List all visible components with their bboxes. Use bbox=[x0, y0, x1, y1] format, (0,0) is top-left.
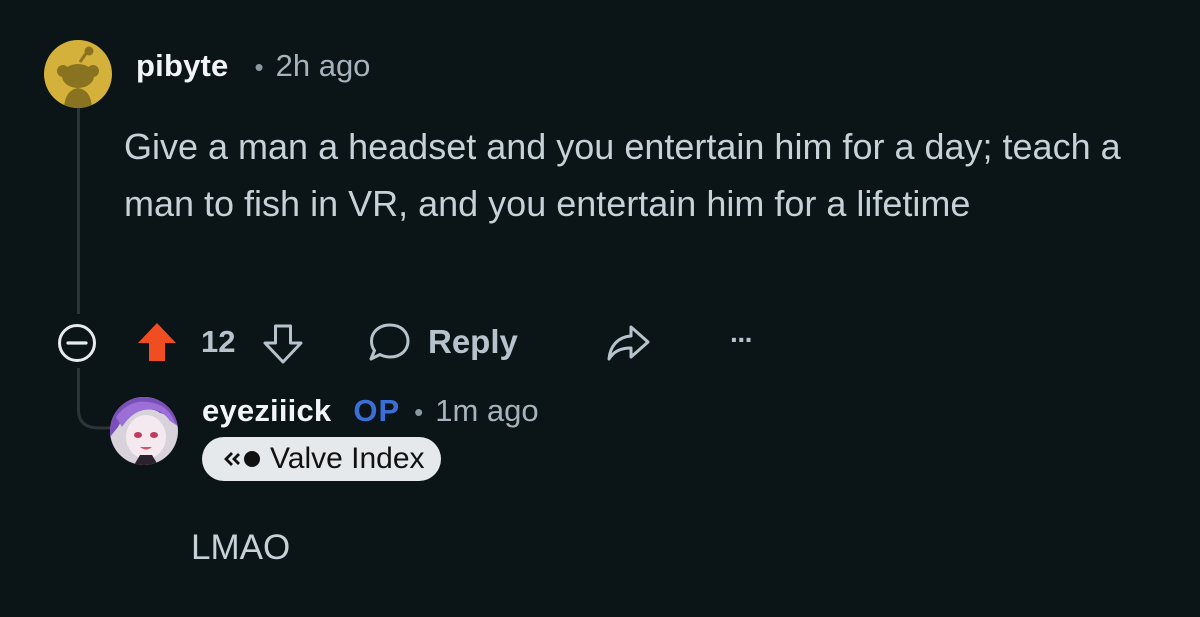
separator-dot: • bbox=[254, 52, 264, 82]
user-flair: Valve Index bbox=[202, 437, 441, 481]
reply-label: Reply bbox=[428, 323, 518, 360]
reply-author[interactable]: eyeziiick bbox=[202, 393, 331, 429]
downvote-arrow-icon[interactable] bbox=[261, 322, 305, 366]
flair-label: Valve Index bbox=[270, 442, 425, 475]
thread-line-reply-curve bbox=[77, 392, 113, 430]
reddit-snoo-avatar[interactable] bbox=[44, 40, 112, 108]
thread-line-vertical bbox=[77, 102, 80, 314]
upvote-arrow-icon[interactable] bbox=[135, 320, 179, 364]
share-arrow-icon[interactable] bbox=[604, 320, 652, 364]
collapse-minus-icon[interactable] bbox=[55, 321, 99, 365]
comment-timestamp[interactable]: 2h ago bbox=[276, 48, 371, 84]
reply-button[interactable]: Reply bbox=[366, 320, 518, 364]
separator-dot: • bbox=[414, 397, 424, 427]
op-badge: OP bbox=[353, 393, 401, 428]
valve-logo-icon bbox=[224, 451, 260, 467]
reply-header: eyeziiick OP • 1m ago bbox=[202, 393, 539, 429]
reply-timestamp[interactable]: 1m ago bbox=[435, 393, 538, 429]
speech-bubble-icon bbox=[369, 323, 410, 361]
comment-header: pibyte • 2h ago bbox=[136, 48, 370, 84]
comment-body: Give a man a headset and you entertain h… bbox=[124, 126, 1121, 224]
reply-body: LMAO bbox=[191, 528, 291, 567]
more-options-button[interactable]: ··· bbox=[730, 324, 754, 356]
vote-score: 12 bbox=[201, 324, 236, 359]
anime-character-avatar[interactable] bbox=[110, 397, 178, 465]
comment-author[interactable]: pibyte bbox=[136, 48, 229, 84]
